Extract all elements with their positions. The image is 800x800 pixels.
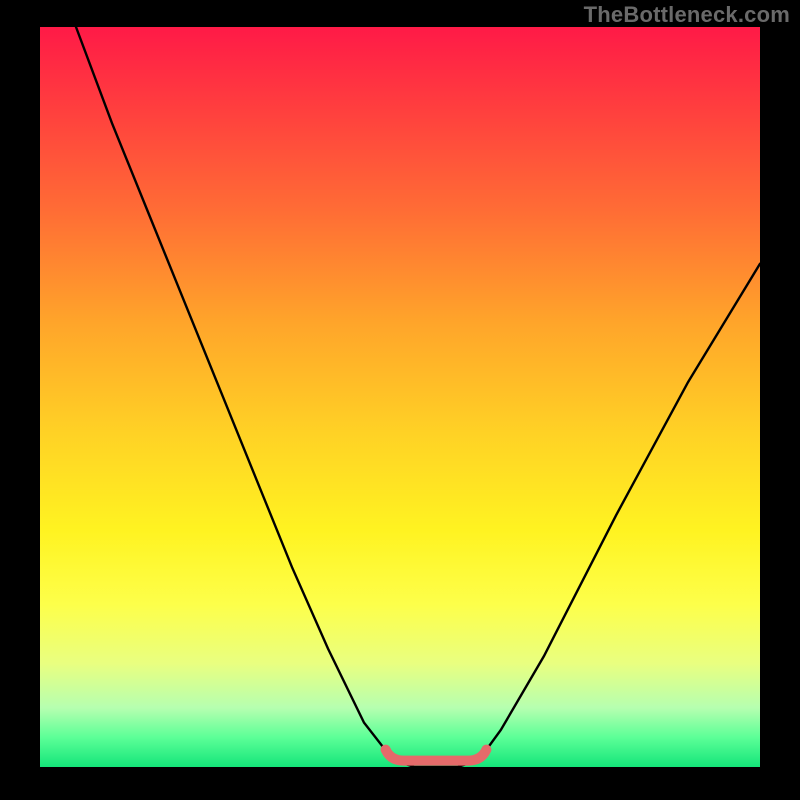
bottom-pink-segment [386,750,487,761]
watermark-text: TheBottleneck.com [584,2,790,28]
chart-frame: TheBottleneck.com [0,0,800,800]
curve-svg [40,27,760,767]
plot-area [40,27,760,767]
bottleneck-curve [76,27,760,767]
